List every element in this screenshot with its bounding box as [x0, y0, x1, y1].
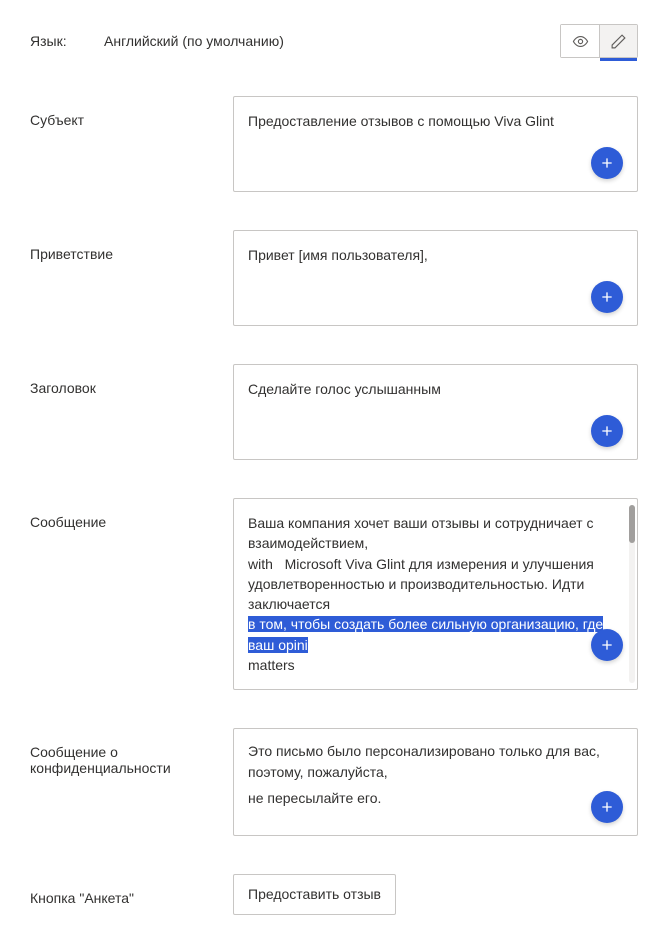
privacy-label: Сообщение о конфиденциальности — [30, 728, 233, 776]
greeting-text: Привет [имя пользователя], — [248, 247, 428, 263]
greeting-label: Приветствие — [30, 230, 233, 262]
language-label: Язык: — [30, 33, 104, 49]
greeting-add-button[interactable] — [591, 281, 623, 313]
privacy-text: Это письмо было персонализировано только… — [248, 741, 623, 808]
message-text: Ваша компания хочет ваши отзывы и сотруд… — [248, 513, 619, 675]
subject-input[interactable]: Предоставление отзывов с помощью Viva Gl… — [233, 96, 638, 192]
mode-toggle — [560, 24, 638, 58]
message-label: Сообщение — [30, 498, 233, 530]
pencil-icon — [610, 33, 627, 50]
headline-label: Заголовок — [30, 364, 233, 396]
survey-button-text: Предоставить отзыв — [248, 886, 381, 902]
language-value[interactable]: Английский (по умолчанию) — [104, 33, 284, 49]
plus-icon — [599, 637, 615, 653]
message-selected-text: в том, чтобы создать более сильную орган… — [248, 616, 603, 652]
eye-icon — [572, 33, 589, 50]
headline-input[interactable]: Сделайте голос услышанным — [233, 364, 638, 460]
message-input[interactable]: Ваша компания хочет ваши отзывы и сотруд… — [233, 498, 638, 690]
survey-button-label: Кнопка "Анкета" — [30, 874, 233, 906]
scrollbar-thumb[interactable] — [629, 505, 635, 543]
plus-icon — [599, 799, 615, 815]
greeting-input[interactable]: Привет [имя пользователя], — [233, 230, 638, 326]
headline-text: Сделайте голос услышанным — [248, 381, 441, 397]
plus-icon — [599, 155, 615, 171]
subject-add-button[interactable] — [591, 147, 623, 179]
preview-mode-button[interactable] — [561, 25, 599, 57]
plus-icon — [599, 289, 615, 305]
subject-label: Субъект — [30, 96, 233, 128]
subject-text: Предоставление отзывов с помощью Viva Gl… — [248, 113, 554, 129]
privacy-input[interactable]: Это письмо было персонализировано только… — [233, 728, 638, 836]
survey-button-input[interactable]: Предоставить отзыв — [233, 874, 396, 914]
plus-icon — [599, 423, 615, 439]
edit-mode-button[interactable] — [599, 25, 637, 57]
headline-add-button[interactable] — [591, 415, 623, 447]
privacy-add-button[interactable] — [591, 791, 623, 823]
